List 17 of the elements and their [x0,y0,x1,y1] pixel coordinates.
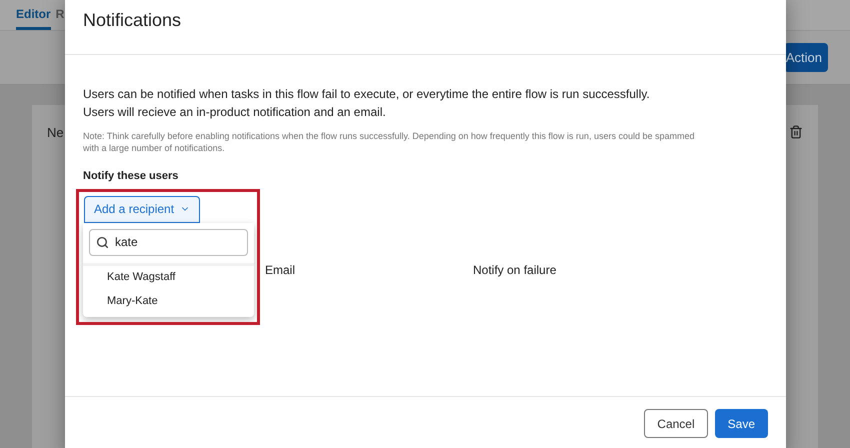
save-button[interactable]: Save [714,409,768,438]
recipient-option[interactable]: Kate Wagstaff [83,266,254,290]
section-title: Notify these users [83,169,180,184]
recipient-option[interactable]: Mary-Kate [83,290,254,314]
search-icon [96,236,109,248]
search-field[interactable]: kate [89,228,248,256]
modal-title: Notifications [83,8,182,32]
search-input[interactable]: kate [115,233,225,251]
note-text: Note: Think carefully before enabling notifications when the flow runs successfully. Depending on how frequently this flow is run, users could be spammed with a large number of notifications. [83,130,696,154]
card-title: Ne [47,124,64,142]
trash-icon[interactable] [789,125,803,139]
cancel-button[interactable]: Cancel [644,409,708,438]
action-button[interactable]: Action [784,42,828,72]
description-text: Users can be notified when tasks in this flow fail to execute, or everytime the entire flow is run successfully. Users will recieve an in-product notification and an email. [83,86,651,121]
add-recipient-button[interactable]: Add a recipient [84,196,200,222]
column-header: Email [265,262,296,278]
column-header: Notify on failure [473,262,556,278]
